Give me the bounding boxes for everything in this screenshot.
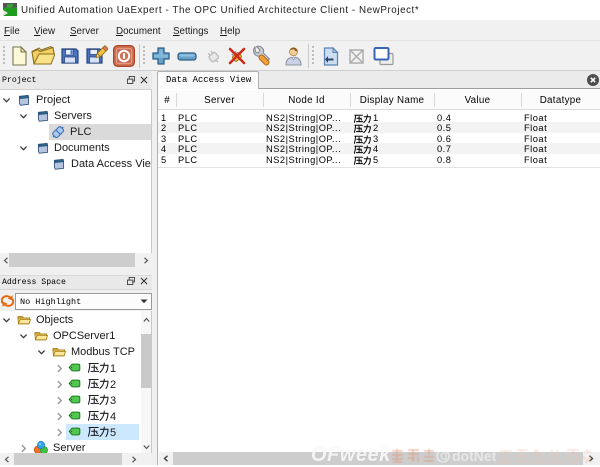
svg-text:dotNet: dotNet (452, 448, 497, 464)
